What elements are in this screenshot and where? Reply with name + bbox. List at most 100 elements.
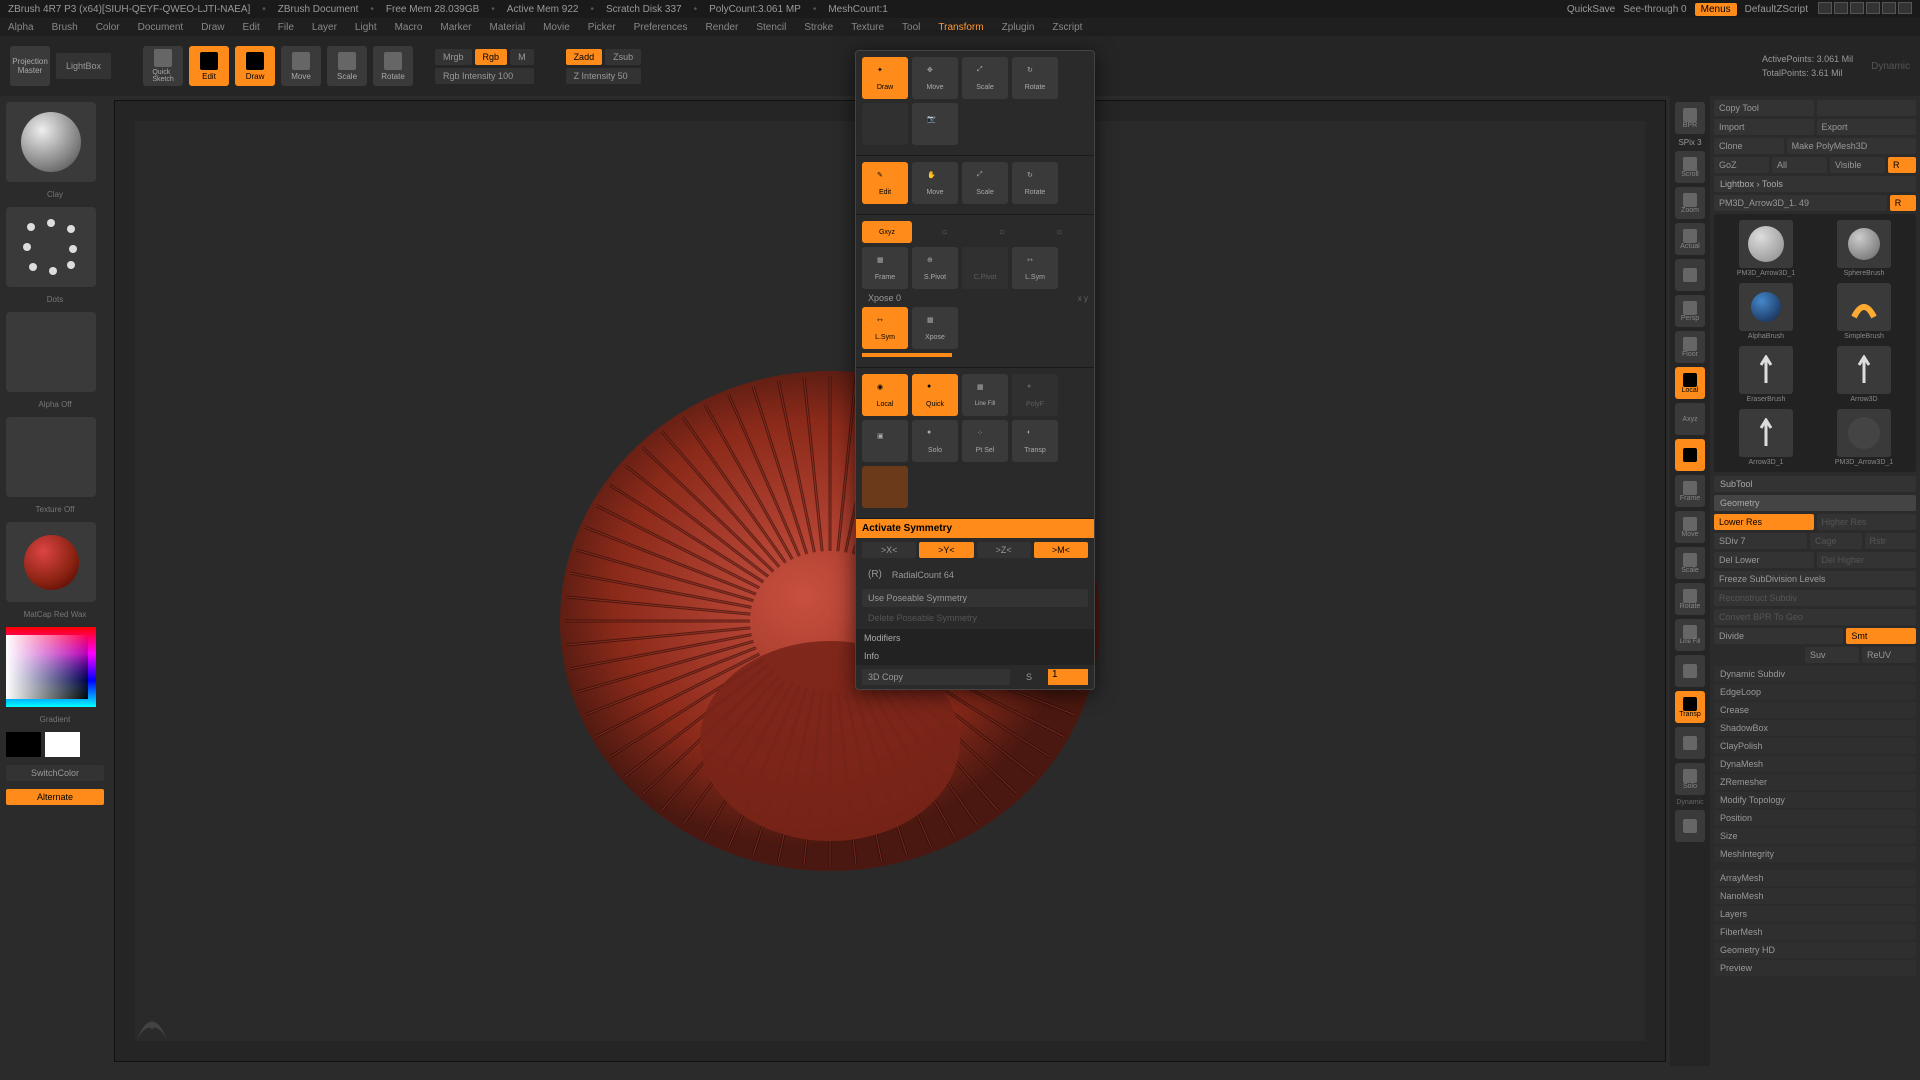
cage-button[interactable]: Cage xyxy=(1810,533,1862,549)
spivot-button[interactable]: ⊕S.Pivot xyxy=(912,247,958,289)
polyf-button[interactable]: ●PolyF xyxy=(1012,374,1058,416)
tool-item[interactable]: AlphaBrush xyxy=(1720,283,1812,340)
menu-draw[interactable]: Draw xyxy=(201,22,224,33)
xpose-button[interactable]: ▦Xpose xyxy=(912,307,958,349)
rotate-nav-button[interactable]: Rotate xyxy=(1675,583,1705,615)
ghost-button[interactable] xyxy=(1675,727,1705,759)
menu-marker[interactable]: Marker xyxy=(440,22,471,33)
switchcolor-button[interactable]: SwitchColor xyxy=(6,765,104,781)
sym-y-button[interactable]: >Y< xyxy=(919,542,973,558)
copy-tool-button[interactable]: Copy Tool xyxy=(1714,100,1814,116)
floor-button[interactable]: Floor xyxy=(1675,331,1705,363)
frame-button[interactable]: Frame xyxy=(1675,475,1705,507)
menu-file[interactable]: File xyxy=(278,22,294,33)
menu-macro[interactable]: Macro xyxy=(395,22,423,33)
window-controls[interactable] xyxy=(1816,2,1912,17)
section-geometry-hd[interactable]: Geometry HD xyxy=(1714,942,1916,958)
menu-color[interactable]: Color xyxy=(96,22,120,33)
transp-button[interactable]: Transp xyxy=(1675,691,1705,723)
mrgb-button[interactable]: Mrgb xyxy=(435,49,472,65)
bpr-button[interactable]: BPR xyxy=(1675,102,1705,134)
menu-alpha[interactable]: Alpha xyxy=(8,22,34,33)
xpose-slider[interactable]: Xpose 0 xyxy=(862,293,1074,303)
tool-r-button[interactable]: R xyxy=(1890,195,1916,211)
export-button[interactable]: Export xyxy=(1817,119,1917,135)
quicksave-button[interactable]: QuickSave xyxy=(1567,4,1615,15)
copy-value-slider[interactable]: 1 xyxy=(1048,669,1088,685)
section-nanomesh[interactable]: NanoMesh xyxy=(1714,888,1916,904)
scale-button[interactable]: Scale xyxy=(327,46,367,86)
draw-button[interactable]: Draw xyxy=(235,46,275,86)
rstr-button[interactable]: Rstr xyxy=(1865,533,1917,549)
solo-button[interactable]: Solo xyxy=(1675,763,1705,795)
tool-item[interactable]: SphereBrush xyxy=(1818,220,1910,277)
color-picker[interactable] xyxy=(6,627,96,707)
paste-tool-button[interactable] xyxy=(1817,100,1917,116)
menu-zplugin[interactable]: Zplugin xyxy=(1002,22,1035,33)
make-polymesh-button[interactable]: Make PolyMesh3D xyxy=(1787,138,1916,154)
section-zremesher[interactable]: ZRemesher xyxy=(1714,774,1916,790)
activate-symmetry-header[interactable]: Activate Symmetry xyxy=(856,519,1094,538)
menu-movie[interactable]: Movie xyxy=(543,22,570,33)
del-lower-button[interactable]: Del Lower xyxy=(1714,552,1814,568)
goz-all-button[interactable]: All xyxy=(1772,157,1827,173)
fp-scale2-button[interactable]: ⤢Scale xyxy=(962,162,1008,204)
menu-picker[interactable]: Picker xyxy=(588,22,616,33)
menu-stroke[interactable]: Stroke xyxy=(804,22,833,33)
section-crease[interactable]: Crease xyxy=(1714,702,1916,718)
subtool-header[interactable]: SubTool xyxy=(1714,476,1916,492)
aahalf-button[interactable] xyxy=(1675,259,1705,291)
fp-camera-button[interactable]: 📷 xyxy=(912,103,958,145)
menu-document[interactable]: Document xyxy=(138,22,184,33)
import-button[interactable]: Import xyxy=(1714,119,1814,135)
divide-button[interactable]: Divide xyxy=(1714,628,1843,644)
dynamic-button[interactable] xyxy=(862,466,908,508)
menu-render[interactable]: Render xyxy=(706,22,739,33)
gz-icon[interactable]: ○ xyxy=(1056,227,1062,238)
section-shadowbox[interactable]: ShadowBox xyxy=(1714,720,1916,736)
section-preview[interactable]: Preview xyxy=(1714,960,1916,976)
linefill-button[interactable]: Line Fill xyxy=(1675,619,1705,651)
zoom-button[interactable]: Zoom xyxy=(1675,187,1705,219)
3d-copy-button[interactable]: 3D Copy xyxy=(862,669,1010,685)
projection-master-button[interactable]: Projection Master xyxy=(10,46,50,86)
rgb-intensity-slider[interactable]: Rgb Intensity 100 xyxy=(435,68,534,84)
tool-item[interactable]: Arrow3D xyxy=(1818,346,1910,403)
gx-icon[interactable]: ○ xyxy=(942,227,948,238)
lsym-button[interactable]: ⇿L.Sym xyxy=(1012,247,1058,289)
actual-button[interactable]: Actual xyxy=(1675,223,1705,255)
z-intensity-slider[interactable]: Z Intensity 50 xyxy=(566,68,642,84)
geometry-header[interactable]: Geometry xyxy=(1714,495,1916,511)
sym-z-button[interactable]: >Z< xyxy=(977,542,1031,558)
menu-stencil[interactable]: Stencil xyxy=(756,22,786,33)
rgb-button[interactable]: Rgb xyxy=(475,49,508,65)
move-button[interactable]: Move xyxy=(281,46,321,86)
section-edgeloop[interactable]: EdgeLoop xyxy=(1714,684,1916,700)
section-fibermesh[interactable]: FiberMesh xyxy=(1714,924,1916,940)
reconstruct-button[interactable]: Reconstruct Subdiv xyxy=(1714,590,1916,606)
menus-button[interactable]: Menus xyxy=(1695,3,1737,16)
tool-item[interactable]: SimpleBrush xyxy=(1818,283,1910,340)
tool-item[interactable]: Arrow3D_1 xyxy=(1720,409,1812,466)
menu-material[interactable]: Material xyxy=(490,22,526,33)
tool-item[interactable]: PM3D_Arrow3D_1 xyxy=(1818,409,1910,466)
scale-nav-button[interactable]: Scale xyxy=(1675,547,1705,579)
section-modify-topology[interactable]: Modify Topology xyxy=(1714,792,1916,808)
tool-item[interactable]: EraserBrush xyxy=(1720,346,1812,403)
reuv-button[interactable]: ReUV xyxy=(1862,647,1916,663)
menu-brush[interactable]: Brush xyxy=(52,22,78,33)
cpivot-button[interactable]: C.Pivot xyxy=(962,247,1008,289)
higher-res-button[interactable]: Higher Res xyxy=(1817,514,1917,530)
zadd-button[interactable]: Zadd xyxy=(566,49,603,65)
radial-r-button[interactable]: (R) xyxy=(862,566,888,583)
quick-button[interactable]: ●Quick xyxy=(912,374,958,416)
brush-thumbnail[interactable] xyxy=(6,102,96,182)
zsub-button[interactable]: Zsub xyxy=(605,49,641,65)
frame-button[interactable]: ▦Frame xyxy=(862,247,908,289)
sym-x-button[interactable]: >X< xyxy=(862,542,916,558)
fp-move-button[interactable]: ✥Move xyxy=(912,57,958,99)
active-tool-name[interactable]: PM3D_Arrow3D_1. 49 xyxy=(1714,195,1887,211)
section-arraymesh[interactable]: ArrayMesh xyxy=(1714,870,1916,886)
linefill-button[interactable]: ▦Line Fill xyxy=(962,374,1008,416)
quicksketch-button[interactable]: Quick Sketch xyxy=(143,46,183,86)
